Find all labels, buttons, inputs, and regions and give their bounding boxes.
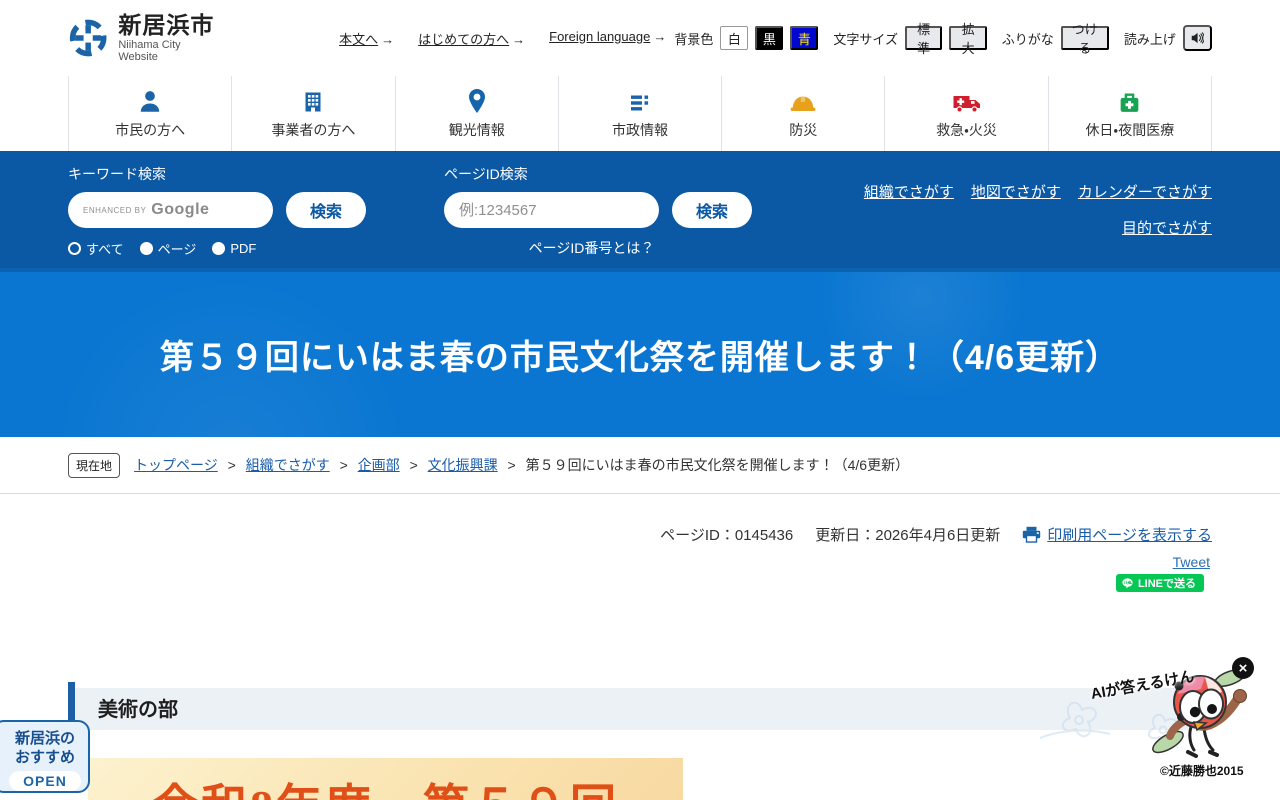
print-page-link[interactable]: 印刷用ページを表示する: [1022, 524, 1212, 545]
radio-pdf[interactable]: PDF: [212, 241, 256, 256]
breadcrumb-separator: >: [409, 457, 418, 473]
site-title: 新居浜市: [118, 12, 215, 38]
nav-item-citizens[interactable]: 市民の方へ: [68, 76, 231, 151]
arrow-right-icon: →: [512, 31, 526, 47]
recommend-flyout-button[interactable]: 新居浜の おすすめ OPEN: [0, 720, 90, 793]
nav-item-disaster-prevention[interactable]: 防災: [721, 76, 884, 151]
pageid-search-input[interactable]: [444, 192, 659, 228]
pageid-help-link[interactable]: ページID番号とは？: [444, 238, 739, 258]
page-id-value: ページID：0145436: [660, 527, 794, 544]
pageid-search-button[interactable]: 検索: [672, 192, 752, 228]
page-title: 第５９回にいはま春の市民文化祭を開催します！（4/6更新）: [159, 339, 1121, 377]
bg-color-label: 背景色: [674, 31, 714, 47]
breadcrumb-planning-dept[interactable]: 企画部: [358, 457, 400, 473]
breadcrumb-culture-division[interactable]: 文化振興課: [428, 457, 498, 473]
nav-item-tourism[interactable]: 観光情報: [394, 76, 558, 151]
font-enlarge-button[interactable]: 拡大: [949, 22, 987, 56]
utility-links: 本文へ → はじめての方へ → Foreign language →: [339, 29, 666, 48]
site-logo[interactable]: 新居浜市 Niihama City Website: [68, 13, 219, 63]
page-meta: ページID：0145436 更新日：2026年4月6日更新 印刷用ページを表示す…: [660, 524, 1212, 545]
site-subtitle: Niihama City Website: [118, 39, 181, 63]
breadcrumb-current-page: 第５９回にいはま春の市民文化祭を開催します！（4/6更新）: [525, 457, 910, 473]
google-branding-logo: Google: [151, 201, 210, 218]
breadcrumb-separator: >: [339, 457, 348, 473]
radio-selected-icon: [68, 242, 81, 255]
pageid-search-block: ページID検索 検索 ページID番号とは？: [444, 164, 752, 268]
find-by-calendar-link[interactable]: カレンダーでさがす: [1078, 181, 1212, 202]
find-by-map-link[interactable]: 地図でさがす: [971, 181, 1061, 202]
global-navigation: 市民の方へ 事業者の方へ 観光情報 市政情報 防災 救急・火災 休日・夜間医療: [0, 76, 1280, 151]
updated-date: 更新日：2026年4月6日更新: [815, 527, 1001, 544]
close-icon[interactable]: ×: [1232, 657, 1254, 679]
line-icon: [1122, 577, 1133, 588]
main-content: ページID：0145436 更新日：2026年4月6日更新 印刷用ページを表示す…: [0, 494, 1280, 800]
breadcrumb-top-page[interactable]: トップページ: [134, 457, 218, 473]
find-by-organization-link[interactable]: 組織でさがす: [864, 181, 954, 202]
speaker-icon: [1191, 32, 1205, 44]
keyword-search-label: キーワード検索: [68, 166, 166, 182]
bg-black-button[interactable]: 黒: [755, 26, 784, 50]
arrow-right-icon: →: [653, 28, 667, 44]
breadcrumb-separator: >: [507, 457, 516, 473]
list-icon: [630, 95, 649, 111]
find-by-purpose-link[interactable]: 目的でさがす: [1122, 220, 1212, 237]
breadcrumb-organization[interactable]: 組織でさがす: [246, 457, 330, 473]
building-icon: [305, 92, 321, 112]
person-icon: [140, 91, 160, 112]
open-label: OPEN: [9, 771, 81, 791]
nav-item-holiday-medical[interactable]: 休日・夜間医療: [1047, 76, 1212, 151]
pageid-search-label: ページID検索: [444, 166, 528, 182]
tweet-link[interactable]: Tweet: [1173, 554, 1210, 570]
current-location-chip: 現在地: [68, 452, 121, 478]
bg-white-button[interactable]: 白: [720, 26, 749, 50]
font-standard-button[interactable]: 標準: [904, 22, 943, 56]
foreign-language-link[interactable]: Foreign language →: [549, 29, 666, 48]
first-aid-icon: [1120, 93, 1139, 112]
mascot-copyright: ©近藤勝也2015: [1160, 764, 1244, 778]
site-header: 新居浜市 Niihama City Website 本文へ → はじめての方へ → …: [0, 0, 1280, 76]
breadcrumb: 現在地 トップページ > 組織でさがす > 企画部 > 文化振興課 > 第５９回…: [0, 437, 1280, 494]
skip-to-content-link[interactable]: 本文へ →: [339, 29, 394, 48]
keyword-search-block: キーワード検索 ENHANCED BY Google 検索 すべて ページ PD…: [68, 164, 366, 268]
ambulance-icon: [953, 96, 980, 113]
helmet-icon: [790, 96, 816, 111]
radio-icon: [139, 242, 153, 255]
google-branding-small: ENHANCED BY: [83, 205, 147, 215]
keyword-search-button[interactable]: 検索: [286, 192, 366, 228]
bg-blue-button[interactable]: 青: [790, 26, 819, 50]
furigana-label: ふりがな: [1001, 31, 1054, 47]
read-aloud-button[interactable]: [1182, 25, 1213, 51]
arrow-right-icon: →: [381, 31, 395, 47]
nav-item-emergency-fire[interactable]: 救急・火災: [884, 76, 1047, 151]
first-time-visitors-link[interactable]: はじめての方へ →: [418, 29, 525, 48]
nav-item-business[interactable]: 事業者の方へ: [231, 76, 394, 151]
furigana-on-button[interactable]: つける: [1060, 22, 1109, 56]
font-size-label: 文字サイズ: [833, 31, 898, 47]
finder-links: 組織でさがす 地図でさがす カレンダーでさがす 目的でさがす: [864, 164, 1212, 268]
radio-all[interactable]: すべて: [68, 239, 124, 258]
read-aloud-label: 読み上げ: [1123, 31, 1176, 47]
niihama-city-emblem-icon: [69, 19, 107, 57]
culture-festival-poster: 令和8年度 第５９回: [88, 758, 683, 800]
line-share-button[interactable]: LINEで送る: [1115, 574, 1204, 592]
search-section: キーワード検索 ENHANCED BY Google 検索 すべて ページ PD…: [0, 151, 1280, 268]
map-pin-icon: [468, 89, 485, 113]
accessibility-toolbar: 背景色 白 黒 青 文字サイズ 標準 拡大 ふりがな つける 読み上げ: [666, 22, 1213, 56]
radio-icon: [212, 242, 226, 255]
poster-title: 令和8年度 第５９回: [88, 758, 683, 800]
search-scope-radios: すべて ページ PDF: [68, 239, 366, 258]
breadcrumb-separator: >: [227, 457, 236, 473]
hero-banner: 第５９回にいはま春の市民文化祭を開催します！（4/6更新）: [0, 268, 1280, 437]
nav-item-city-government[interactable]: 市政情報: [557, 76, 721, 151]
printer-icon: [1023, 526, 1041, 543]
radio-page[interactable]: ページ: [139, 239, 196, 258]
keyword-search-input[interactable]: ENHANCED BY Google: [68, 192, 273, 228]
